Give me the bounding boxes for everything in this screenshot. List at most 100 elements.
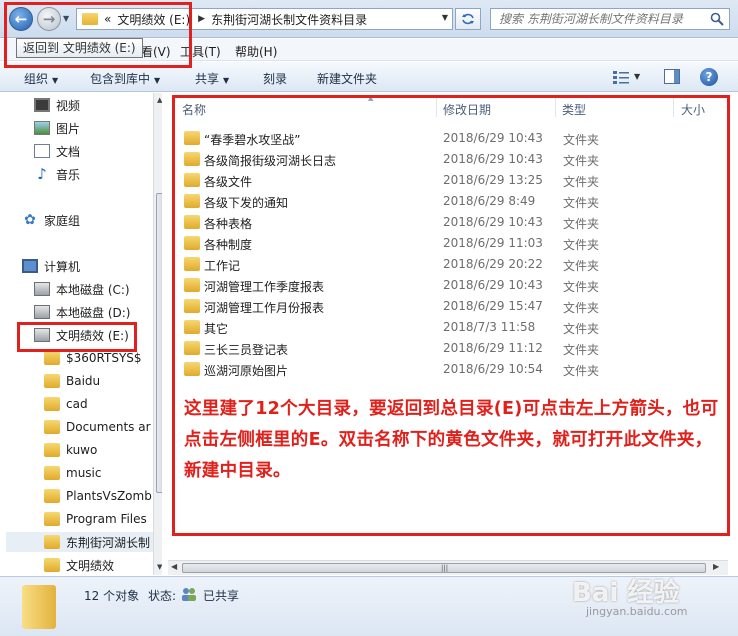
scroll-right-icon[interactable]: ▶ [713, 562, 719, 571]
table-row[interactable]: 其它 2018/7/3 11:58 文件夹 [182, 317, 722, 337]
table-row[interactable]: 各级简报街级河湖长日志 2018/6/29 10:43 文件夹 [182, 149, 722, 169]
scroll-down-icon[interactable]: ▼ [157, 563, 162, 571]
sidebar-item-computer[interactable]: 计算机 [22, 256, 80, 276]
file-type: 文件夹 [563, 238, 600, 252]
column-header-size[interactable]: 大小 [681, 101, 705, 118]
file-name: 各种表格 [204, 217, 253, 231]
sidebar-item-label: Baidu [66, 374, 101, 388]
column-divider[interactable] [555, 97, 556, 117]
command-bar: 组织 ▼ 包含到库中 ▼ 共享 ▼ 刻录 新建文件夹 ▼ ? [0, 62, 738, 92]
forward-button[interactable]: → [37, 7, 61, 31]
sidebar-item-folder[interactable]: Program Files [44, 509, 147, 529]
sidebar-item-folder[interactable]: cad [44, 394, 88, 414]
folder-icon [184, 341, 200, 355]
share-button[interactable]: 共享 ▼ [195, 70, 229, 87]
sidebar-item-drive-e[interactable]: 文明绩效 (E:) [34, 325, 129, 345]
scroll-left-icon[interactable]: ◀ [171, 562, 177, 571]
file-type: 文件夹 [563, 301, 600, 315]
sidebar-item-current-folder[interactable]: 东荆街河湖长制 [6, 532, 153, 552]
recent-pages-dropdown-icon[interactable]: ▼ [63, 14, 69, 23]
menu-view[interactable]: 看(V) [141, 43, 171, 60]
sidebar-item-folder[interactable]: Documents ar [44, 417, 151, 437]
folder-icon [44, 397, 60, 411]
table-row[interactable]: 各级文件 2018/6/29 13:25 文件夹 [182, 170, 722, 190]
refresh-button[interactable] [455, 8, 481, 30]
column-divider[interactable] [436, 97, 437, 117]
sidebar-item-label: 文明绩效 (E:) [56, 328, 129, 343]
sidebar-item-music[interactable]: ♪ 音乐 [34, 164, 80, 184]
help-icon[interactable]: ? [700, 68, 718, 86]
sidebar-item-folder[interactable]: kuwo [44, 440, 97, 460]
sidebar-scrollbar[interactable]: ▲ ▼ [153, 93, 162, 575]
back-tooltip: 返回到 文明绩效 (E:) [16, 38, 143, 58]
view-dropdown-icon[interactable]: ▼ [634, 72, 640, 81]
sidebar-item-documents[interactable]: 文档 [34, 141, 80, 161]
table-row[interactable]: 巡湖河原始图片 2018/6/29 10:54 文件夹 [182, 359, 722, 379]
breadcrumb-overflow[interactable]: « [104, 12, 111, 26]
file-date: 2018/6/29 10:54 [443, 362, 543, 376]
watermark-url: jingyan.baidu.com [586, 605, 688, 618]
sidebar-item-label: PlantsVsZomb [66, 489, 152, 503]
watermark-logo: Bai 经验 [572, 578, 680, 608]
address-field[interactable]: « 文明绩效 (E:) ▶ 东荆街河湖长制文件资料目录 ▼ [76, 8, 453, 30]
column-header-date[interactable]: 修改日期 [443, 101, 491, 118]
table-row[interactable]: 三长三员登记表 2018/6/29 11:12 文件夹 [182, 338, 722, 358]
breadcrumb-drive-e[interactable]: 文明绩效 (E:) [117, 11, 190, 28]
sidebar-item-drive-d[interactable]: 本地磁盘 (D:) [34, 302, 130, 322]
file-date: 2018/6/29 15:47 [443, 299, 543, 313]
sidebar-item-label: music [66, 466, 102, 480]
sidebar-item-folder[interactable]: Baidu [44, 371, 100, 391]
sidebar-item-label: cad [66, 397, 88, 411]
forward-arrow-icon: → [42, 10, 56, 28]
search-box[interactable] [490, 8, 730, 30]
sidebar-item-drive-c[interactable]: 本地磁盘 (C:) [34, 279, 130, 299]
new-folder-button[interactable]: 新建文件夹 [317, 70, 377, 87]
folder-icon [44, 512, 60, 526]
sidebar-item-folder[interactable]: music [44, 463, 101, 483]
breadcrumb-current-folder[interactable]: 东荆街河湖长制文件资料目录 [211, 11, 367, 28]
sidebar-item-homegroup[interactable]: ✿ 家庭组 [22, 210, 80, 230]
table-row[interactable]: 各种表格 2018/6/29 10:43 文件夹 [182, 212, 722, 232]
refresh-icon [462, 13, 474, 25]
sidebar-item-pictures[interactable]: 图片 [34, 118, 80, 138]
view-options-icon[interactable] [613, 70, 629, 84]
table-row[interactable]: 河湖管理工作季度报表 2018/6/29 10:43 文件夹 [182, 275, 722, 295]
search-input[interactable] [499, 12, 711, 26]
table-row[interactable]: 各级下发的通知 2018/6/29 8:49 文件夹 [182, 191, 722, 211]
breadcrumb-separator-icon[interactable]: ▶ [198, 14, 205, 24]
burn-button[interactable]: 刻录 [263, 70, 287, 87]
shared-users-icon [182, 588, 196, 601]
menu-help[interactable]: 帮助(H) [235, 43, 277, 60]
organize-label: 组织 [24, 72, 49, 86]
organize-button[interactable]: 组织 ▼ [24, 70, 58, 87]
table-row[interactable]: 各种制度 2018/6/29 11:03 文件夹 [182, 233, 722, 253]
sidebar-item-folder[interactable]: 文明绩效 [44, 555, 114, 575]
back-button[interactable]: ← [9, 7, 33, 31]
scroll-up-icon[interactable]: ▲ [157, 96, 162, 104]
music-note-icon: ♪ [37, 165, 47, 183]
include-in-library-button[interactable]: 包含到库中 ▼ [90, 70, 160, 87]
menu-tools[interactable]: 工具(T) [180, 43, 221, 60]
scroll-thumb[interactable] [156, 193, 162, 493]
sidebar-item-folder[interactable]: $360RTSYS$ [44, 348, 142, 368]
table-row[interactable]: 河湖管理工作月份报表 2018/6/29 15:47 文件夹 [182, 296, 722, 316]
table-row[interactable]: 工作记 2018/6/29 20:22 文件夹 [182, 254, 722, 274]
file-name: 工作记 [204, 259, 241, 273]
column-header-name[interactable]: 名称 [182, 101, 206, 118]
folder-icon [184, 320, 200, 334]
table-row[interactable]: “春季碧水攻坚战” 2018/6/29 10:43 文件夹 [182, 128, 722, 148]
sidebar-item-label: Program Files [66, 512, 147, 526]
sidebar-item-folder[interactable]: PlantsVsZomb [44, 486, 152, 506]
folder-icon [44, 466, 60, 480]
sidebar-item-videos[interactable]: 视频 [34, 95, 80, 115]
column-header-type[interactable]: 类型 [562, 101, 586, 118]
file-type: 文件夹 [563, 343, 600, 357]
address-bar: ← → ▼ « 文明绩效 (E:) ▶ 东荆街河湖长制文件资料目录 ▼ [0, 0, 738, 38]
address-dropdown-icon[interactable]: ▼ [442, 13, 448, 22]
search-icon[interactable] [710, 12, 724, 26]
folder-icon [184, 131, 200, 145]
column-divider[interactable] [673, 97, 674, 117]
folder-icon [82, 13, 98, 25]
file-type: 文件夹 [563, 175, 600, 189]
preview-pane-icon[interactable] [664, 69, 680, 84]
